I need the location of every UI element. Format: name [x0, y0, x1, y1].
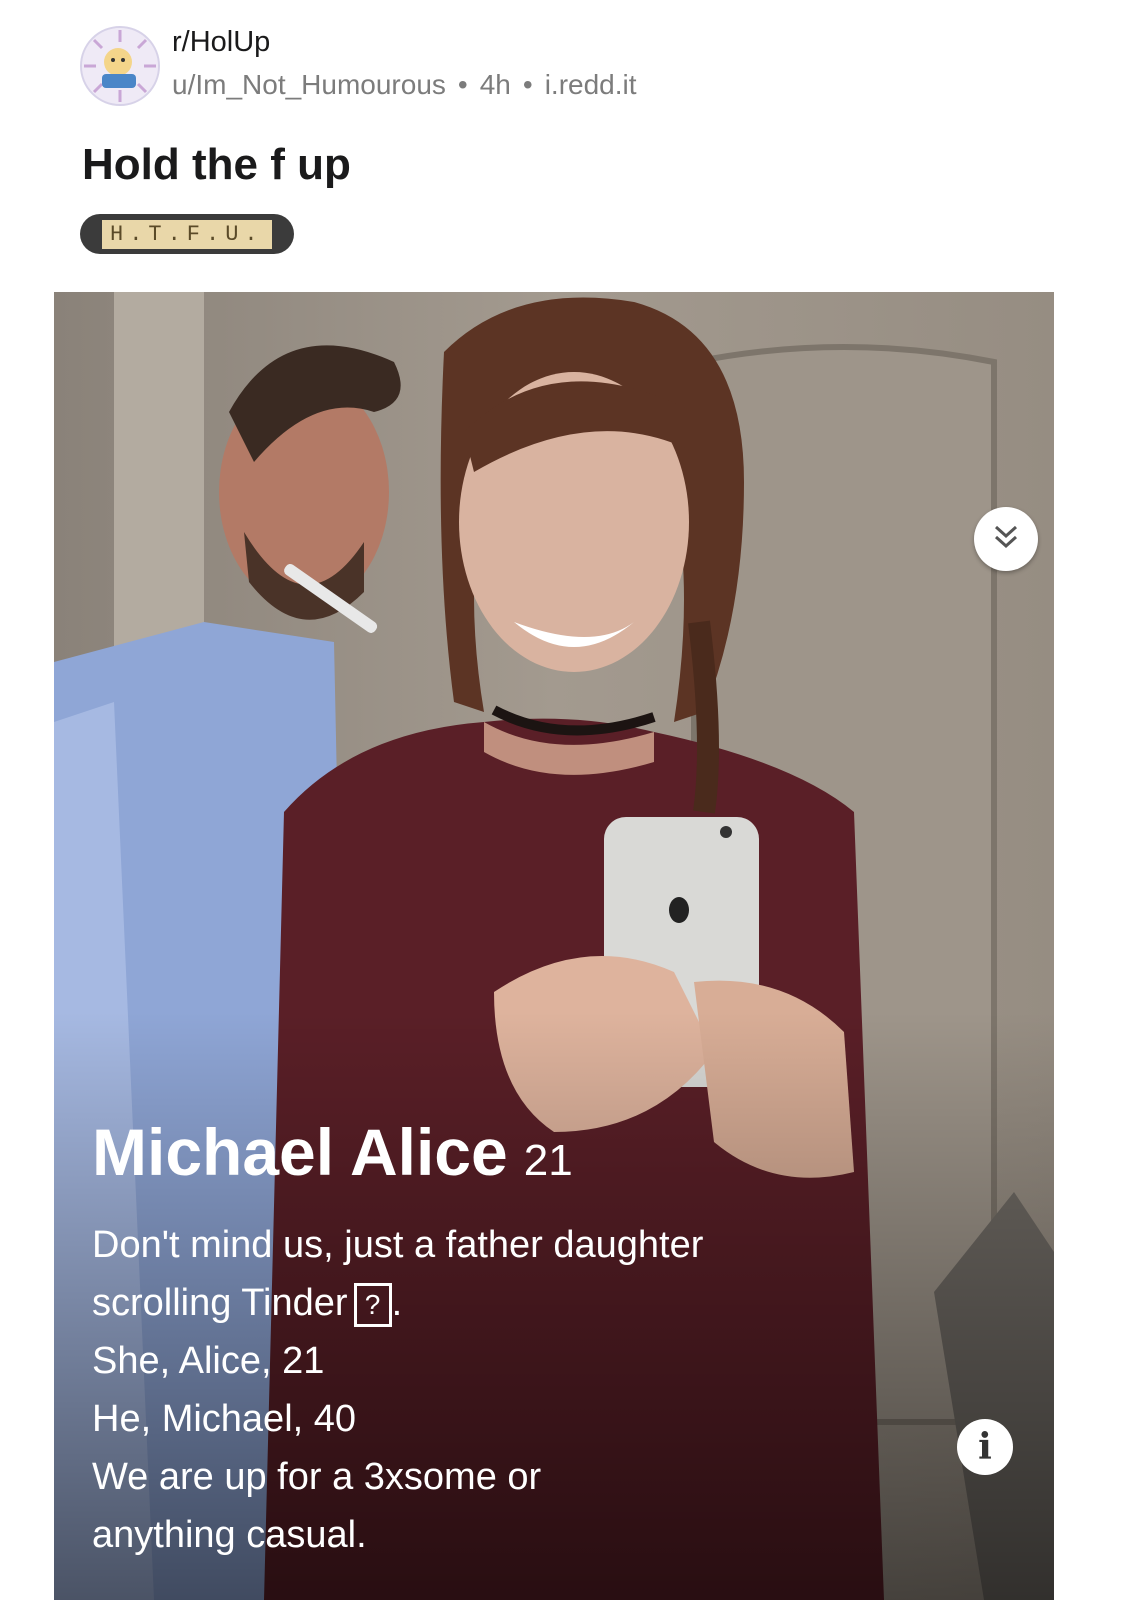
bio-line: anything casual.	[92, 1514, 367, 1556]
post-title[interactable]: Hold the f up	[82, 140, 351, 190]
profile-age: 21	[523, 1136, 573, 1185]
chevrons-down-icon	[989, 520, 1023, 559]
profile-name: Michael Alice	[92, 1115, 508, 1189]
info-button[interactable]: i	[957, 1419, 1013, 1475]
subreddit-avatar[interactable]	[80, 26, 160, 106]
bio-line: We are up for a 3xsome or	[92, 1456, 542, 1498]
post-byline: u/Im_Not_Humourous • 4h • i.redd.it	[172, 69, 637, 101]
bio-line: He, Michael, 40	[92, 1398, 357, 1440]
bio-text: scrolling Tinder	[92, 1282, 348, 1324]
post-flair[interactable]: H.T.F.U.	[80, 214, 294, 254]
profile-name-line: Michael Alice 21	[92, 1114, 1012, 1190]
subreddit-name[interactable]: r/HolUp	[172, 26, 637, 59]
profile-bio: Don't mind us, just a father daughter sc…	[92, 1216, 1012, 1564]
bio-line: She, Alice, 21	[92, 1340, 325, 1382]
post-domain[interactable]: i.redd.it	[545, 69, 637, 100]
post-age: 4h	[479, 69, 511, 100]
separator: •	[522, 69, 533, 100]
unknown-emoji-icon: ?	[353, 1282, 392, 1327]
bio-line: Don't mind us, just a father daughter	[92, 1224, 704, 1266]
post-header: r/HolUp u/Im_Not_Humourous • 4h • i.redd.it	[80, 18, 1040, 106]
expand-button[interactable]	[974, 507, 1038, 571]
author-link[interactable]: u/Im_Not_Humourous	[172, 69, 446, 100]
post-image[interactable]: Michael Alice 21 Don't mind us, just a f…	[54, 292, 1054, 1600]
flair-label: H.T.F.U.	[102, 219, 272, 249]
profile-overlay: Michael Alice 21 Don't mind us, just a f…	[92, 1114, 1012, 1564]
info-icon: i	[978, 1426, 992, 1468]
bio-line: scrolling Tinder?.	[92, 1274, 1012, 1332]
bio-punctuation: .	[391, 1282, 403, 1324]
separator: •	[457, 69, 468, 100]
